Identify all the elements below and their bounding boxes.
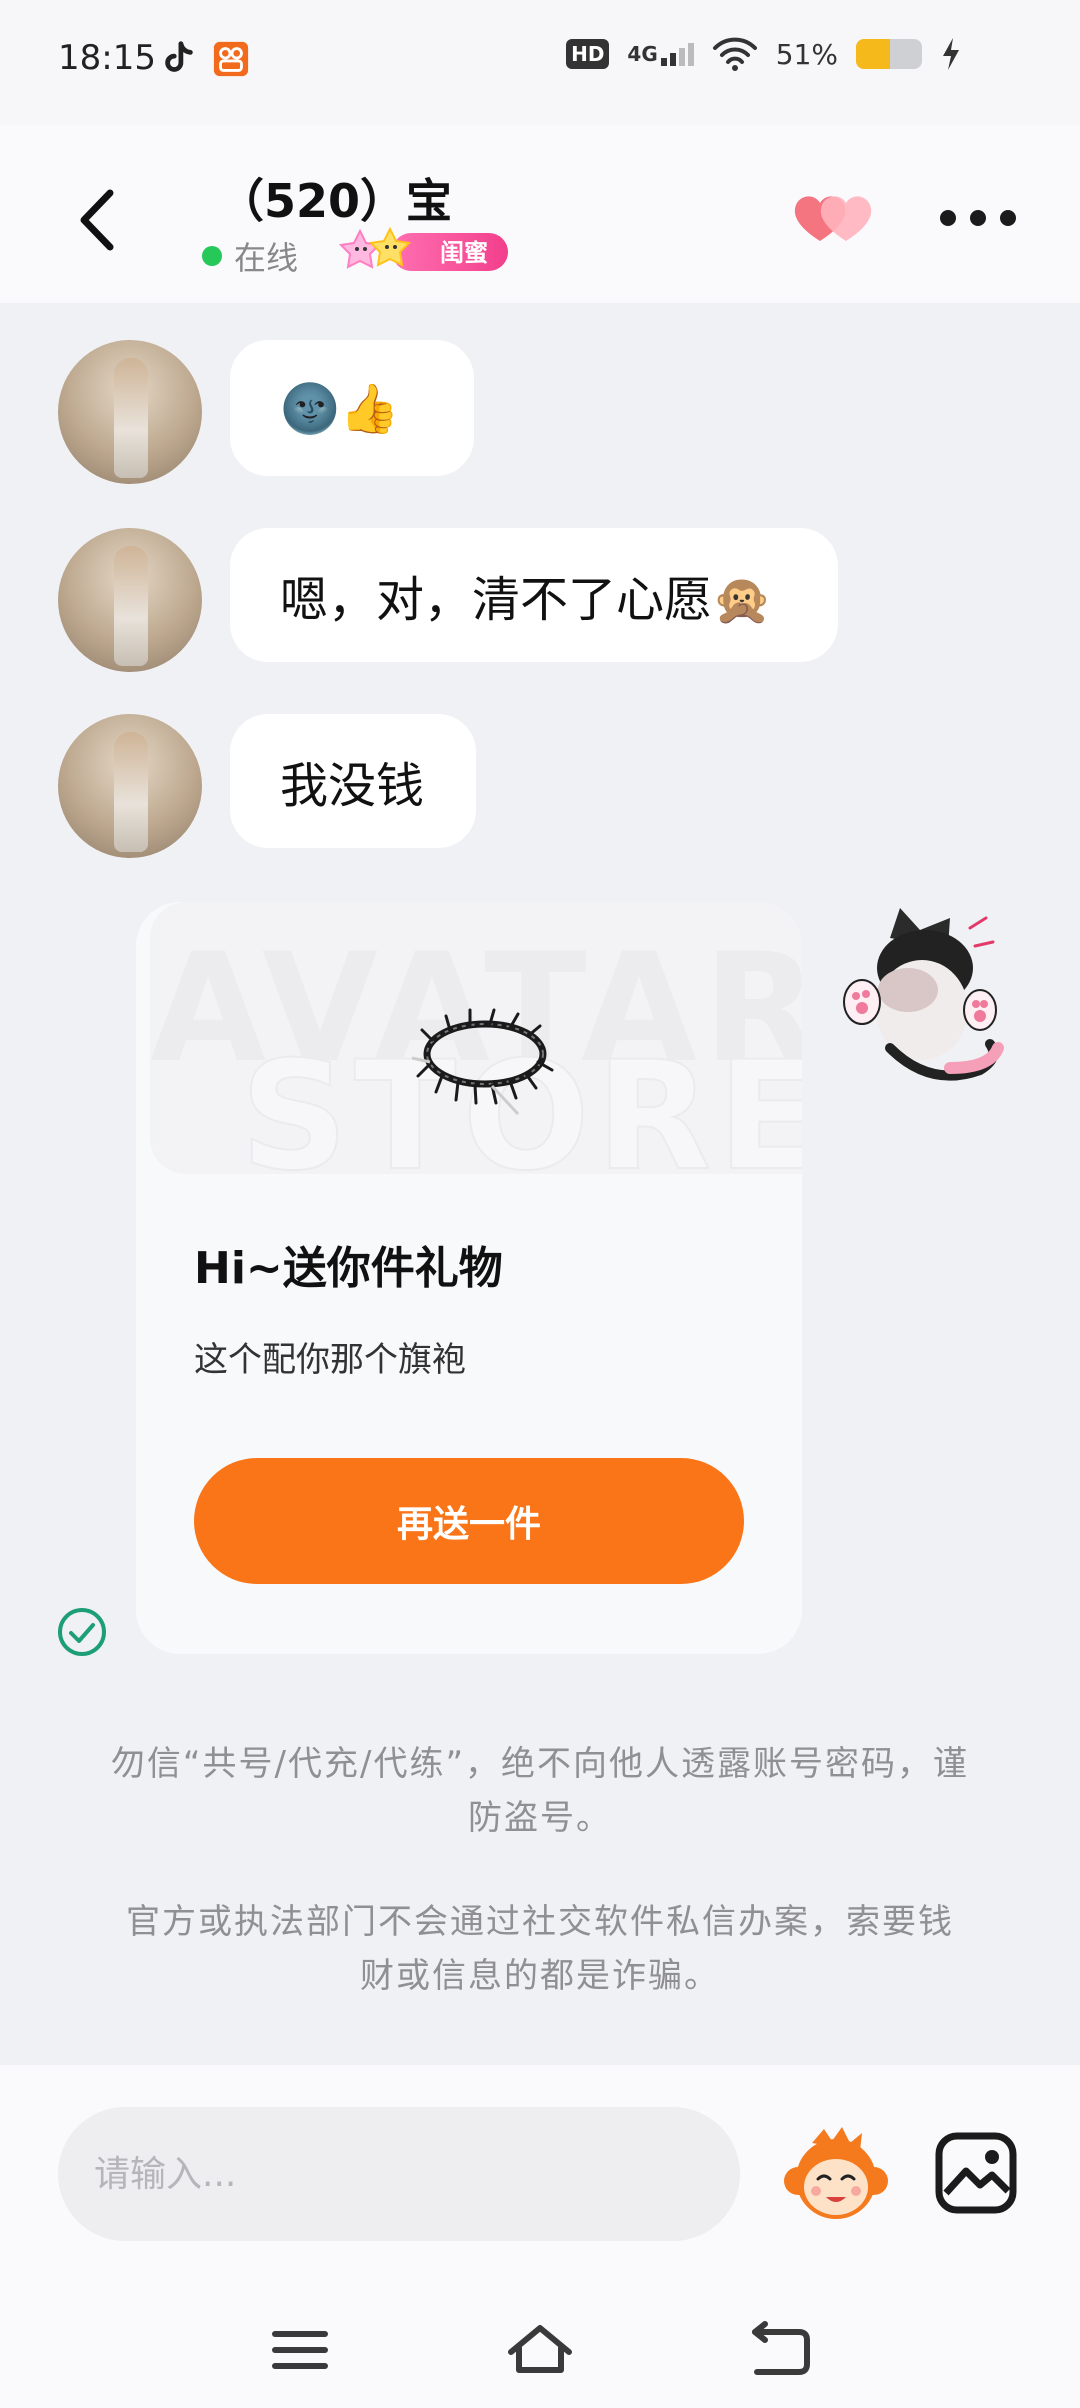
monkey-emoji-icon[interactable] xyxy=(782,2125,890,2225)
return-icon[interactable] xyxy=(745,2320,815,2380)
wifi-icon xyxy=(712,37,757,71)
menu-icon[interactable] xyxy=(265,2320,335,2380)
more-dots-icon[interactable] xyxy=(940,203,1016,233)
gift-card[interactable]: AVATAR STORE Hi~送你件礼物 这个配你那个旗袍 再送一件 xyxy=(136,902,802,1654)
status-right-group: HD 4G 51% xyxy=(566,36,962,72)
gift-banner: AVATAR STORE xyxy=(150,902,802,1205)
tiktok-icon xyxy=(165,41,193,72)
relationship-badge-label: 闺蜜 xyxy=(440,239,488,267)
battery-icon xyxy=(856,39,922,69)
online-label: 在线 xyxy=(234,239,299,277)
online-dot-icon xyxy=(202,246,222,266)
message-input[interactable] xyxy=(58,2107,740,2241)
gift-title: Hi~送你件礼物 xyxy=(194,1243,503,1294)
status-bar: 18:15 HD 4G 51% xyxy=(0,0,1080,125)
message-bubble[interactable]: 我没钱 xyxy=(230,714,476,848)
online-status: 在线 xyxy=(202,233,298,279)
message-bubble[interactable]: 嗯，对，清不了心愿🙊 xyxy=(230,528,838,662)
status-time: 18:15 xyxy=(58,38,156,78)
double-heart-icon[interactable] xyxy=(790,187,880,247)
battery-percent: 51% xyxy=(775,37,838,71)
contact-name[interactable]: （520）宝 xyxy=(218,165,452,231)
charging-icon xyxy=(943,38,959,70)
system-nav-bar xyxy=(0,2300,1080,2408)
safety-notice: 勿信“共号/代充/代练”，绝不向他人透露账号密码，谨防盗号。 xyxy=(110,1744,970,1838)
contact-avatar[interactable] xyxy=(58,714,202,858)
spiked-choker-image xyxy=(411,1008,554,1116)
contact-avatar[interactable] xyxy=(58,528,202,672)
message-bubble[interactable]: 🌚👍 xyxy=(230,340,474,476)
image-icon[interactable] xyxy=(934,2131,1018,2215)
check-circle-icon xyxy=(58,1608,106,1656)
hd-badge: HD xyxy=(566,39,610,69)
contact-avatar[interactable] xyxy=(58,340,202,484)
signal-icon: 4G xyxy=(627,42,694,66)
back-chevron-left-icon[interactable] xyxy=(70,185,130,255)
send-another-gift-button[interactable]: 再送一件 xyxy=(194,1458,744,1584)
safety-notice: 官方或执法部门不会通过社交软件私信办案，索要钱财或信息的都是诈骗。 xyxy=(126,1902,954,1996)
app-notification-icon xyxy=(213,41,249,77)
cat-sticker-image[interactable] xyxy=(830,898,1010,1088)
home-icon[interactable] xyxy=(505,2320,575,2380)
network-type-label: 4G xyxy=(627,42,658,66)
chat-header: （520）宝 在线 闺蜜 xyxy=(0,125,1080,303)
gift-description: 这个配你那个旗袍 xyxy=(194,1340,466,1380)
